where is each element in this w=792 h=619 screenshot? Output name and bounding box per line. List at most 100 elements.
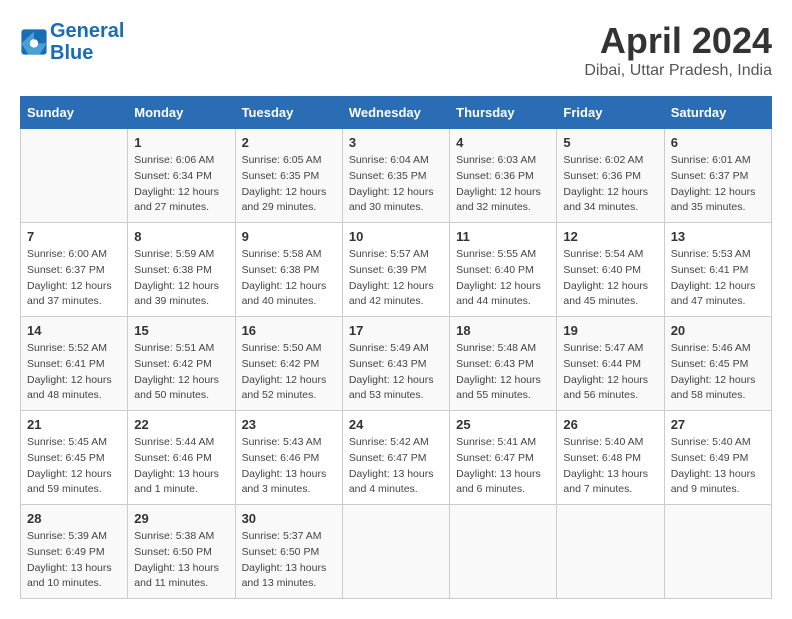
calendar-cell: 14Sunrise: 5:52 AMSunset: 6:41 PMDayligh… — [21, 317, 128, 411]
day-info: Sunrise: 5:51 AMSunset: 6:42 PMDaylight:… — [134, 341, 228, 404]
calendar-cell: 30 Sunrise: 5:37 AMSunset: 6:50 PMDayligh… — [235, 505, 342, 599]
day-info: Sunrise: 5:40 AMSunset: 6:48 PMDaylight:… — [563, 435, 657, 498]
calendar-cell: 27 Sunrise: 5:40 AMSunset: 6:49 PMDayligh… — [664, 411, 771, 505]
day-number: 3 — [349, 135, 443, 150]
day-number: 20 — [671, 323, 765, 338]
calendar-cell: 5 Sunrise: 6:02 AMSunset: 6:36 PMDaylight… — [557, 129, 664, 223]
calendar-cell: 26 Sunrise: 5:40 AMSunset: 6:48 PMDayligh… — [557, 411, 664, 505]
calendar-cell: 21 Sunrise: 5:45 AMSunset: 6:45 PMDayligh… — [21, 411, 128, 505]
day-info: Sunrise: 5:45 AMSunset: 6:45 PMDaylight:… — [27, 435, 121, 498]
weekday-header-sunday: Sunday — [21, 97, 128, 129]
calendar-cell: 29 Sunrise: 5:38 AMSunset: 6:50 PMDayligh… — [128, 505, 235, 599]
day-number: 15 — [134, 323, 228, 338]
day-number: 24 — [349, 417, 443, 432]
day-info: Sunrise: 5:50 AMSunset: 6:42 PMDaylight:… — [242, 341, 336, 404]
logo-text: General Blue — [50, 20, 124, 64]
day-info: Sunrise: 5:44 AMSunset: 6:46 PMDaylight:… — [134, 435, 228, 498]
day-info: Sunrise: 5:42 AMSunset: 6:47 PMDaylight:… — [349, 435, 443, 498]
calendar-week-row: 21 Sunrise: 5:45 AMSunset: 6:45 PMDayligh… — [21, 411, 772, 505]
day-number: 22 — [134, 417, 228, 432]
day-info: Sunrise: 6:01 AMSunset: 6:37 PMDaylight:… — [671, 153, 765, 216]
logo-icon — [20, 28, 48, 56]
day-info: Sunrise: 5:59 AMSunset: 6:38 PMDaylight:… — [134, 247, 228, 310]
calendar-cell — [21, 129, 128, 223]
day-number: 25 — [456, 417, 550, 432]
day-info: Sunrise: 5:48 AMSunset: 6:43 PMDaylight:… — [456, 341, 550, 404]
weekday-header-tuesday: Tuesday — [235, 97, 342, 129]
weekday-header-friday: Friday — [557, 97, 664, 129]
calendar-week-row: 28 Sunrise: 5:39 AMSunset: 6:49 PMDayligh… — [21, 505, 772, 599]
day-info: Sunrise: 5:49 AMSunset: 6:43 PMDaylight:… — [349, 341, 443, 404]
day-number: 9 — [242, 229, 336, 244]
day-info: Sunrise: 5:47 AMSunset: 6:44 PMDaylight:… — [563, 341, 657, 404]
weekday-header-row: SundayMondayTuesdayWednesdayThursdayFrid… — [21, 97, 772, 129]
calendar-cell — [664, 505, 771, 599]
title-block: April 2024 Dibai, Uttar Pradesh, India — [584, 20, 772, 80]
calendar-cell — [557, 505, 664, 599]
day-number: 21 — [27, 417, 121, 432]
weekday-header-thursday: Thursday — [450, 97, 557, 129]
day-number: 19 — [563, 323, 657, 338]
calendar-cell: 12 Sunrise: 5:54 AMSunset: 6:40 PMDayligh… — [557, 223, 664, 317]
calendar-table: SundayMondayTuesdayWednesdayThursdayFrid… — [20, 96, 772, 599]
calendar-cell: 2Sunrise: 6:05 AMSunset: 6:35 PMDaylight… — [235, 129, 342, 223]
day-info: Sunrise: 5:46 AMSunset: 6:45 PMDaylight:… — [671, 341, 765, 404]
calendar-cell: 9Sunrise: 5:58 AMSunset: 6:38 PMDaylight… — [235, 223, 342, 317]
calendar-cell: 3Sunrise: 6:04 AMSunset: 6:35 PMDaylight… — [342, 129, 449, 223]
day-number: 27 — [671, 417, 765, 432]
calendar-cell — [450, 505, 557, 599]
day-info: Sunrise: 5:41 AMSunset: 6:47 PMDaylight:… — [456, 435, 550, 498]
day-info: Sunrise: 5:38 AMSunset: 6:50 PMDaylight:… — [134, 529, 228, 592]
calendar-cell: 24 Sunrise: 5:42 AMSunset: 6:47 PMDayligh… — [342, 411, 449, 505]
day-info: Sunrise: 5:55 AMSunset: 6:40 PMDaylight:… — [456, 247, 550, 310]
day-number: 6 — [671, 135, 765, 150]
location-subtitle: Dibai, Uttar Pradesh, India — [584, 62, 772, 80]
day-number: 17 — [349, 323, 443, 338]
calendar-cell: 16 Sunrise: 5:50 AMSunset: 6:42 PMDayligh… — [235, 317, 342, 411]
calendar-cell: 18 Sunrise: 5:48 AMSunset: 6:43 PMDayligh… — [450, 317, 557, 411]
day-info: Sunrise: 5:53 AMSunset: 6:41 PMDaylight:… — [671, 247, 765, 310]
day-number: 16 — [242, 323, 336, 338]
day-info: Sunrise: 5:40 AMSunset: 6:49 PMDaylight:… — [671, 435, 765, 498]
calendar-cell: 19 Sunrise: 5:47 AMSunset: 6:44 PMDayligh… — [557, 317, 664, 411]
calendar-cell: 28 Sunrise: 5:39 AMSunset: 6:49 PMDayligh… — [21, 505, 128, 599]
day-number: 10 — [349, 229, 443, 244]
calendar-cell: 11Sunrise: 5:55 AMSunset: 6:40 PMDayligh… — [450, 223, 557, 317]
day-info: Sunrise: 5:43 AMSunset: 6:46 PMDaylight:… — [242, 435, 336, 498]
logo: General Blue — [20, 20, 124, 64]
weekday-header-wednesday: Wednesday — [342, 97, 449, 129]
weekday-header-saturday: Saturday — [664, 97, 771, 129]
calendar-week-row: 1 Sunrise: 6:06 AMSunset: 6:34 PMDaylight… — [21, 129, 772, 223]
weekday-header-monday: Monday — [128, 97, 235, 129]
day-number: 7 — [27, 229, 121, 244]
day-number: 29 — [134, 511, 228, 526]
calendar-cell: 25 Sunrise: 5:41 AMSunset: 6:47 PMDayligh… — [450, 411, 557, 505]
calendar-cell: 22 Sunrise: 5:44 AMSunset: 6:46 PMDayligh… — [128, 411, 235, 505]
day-number: 28 — [27, 511, 121, 526]
day-number: 12 — [563, 229, 657, 244]
day-number: 13 — [671, 229, 765, 244]
page-header: General Blue April 2024 Dibai, Uttar Pra… — [20, 20, 772, 80]
day-info: Sunrise: 6:06 AMSunset: 6:34 PMDaylight:… — [134, 153, 228, 216]
day-number: 18 — [456, 323, 550, 338]
day-info: Sunrise: 5:37 AMSunset: 6:50 PMDaylight:… — [242, 529, 336, 592]
day-info: Sunrise: 6:02 AMSunset: 6:36 PMDaylight:… — [563, 153, 657, 216]
day-info: Sunrise: 6:00 AMSunset: 6:37 PMDaylight:… — [27, 247, 121, 310]
day-number: 30 — [242, 511, 336, 526]
day-number: 4 — [456, 135, 550, 150]
day-info: Sunrise: 6:03 AMSunset: 6:36 PMDaylight:… — [456, 153, 550, 216]
calendar-cell: 4 Sunrise: 6:03 AMSunset: 6:36 PMDaylight… — [450, 129, 557, 223]
calendar-week-row: 14Sunrise: 5:52 AMSunset: 6:41 PMDayligh… — [21, 317, 772, 411]
calendar-cell: 1 Sunrise: 6:06 AMSunset: 6:34 PMDaylight… — [128, 129, 235, 223]
month-title: April 2024 — [584, 20, 772, 62]
calendar-cell: 13 Sunrise: 5:53 AMSunset: 6:41 PMDayligh… — [664, 223, 771, 317]
calendar-cell: 8Sunrise: 5:59 AMSunset: 6:38 PMDaylight… — [128, 223, 235, 317]
day-number: 2 — [242, 135, 336, 150]
day-number: 5 — [563, 135, 657, 150]
day-info: Sunrise: 5:39 AMSunset: 6:49 PMDaylight:… — [27, 529, 121, 592]
day-number: 26 — [563, 417, 657, 432]
day-number: 1 — [134, 135, 228, 150]
day-info: Sunrise: 5:54 AMSunset: 6:40 PMDaylight:… — [563, 247, 657, 310]
calendar-cell: 6 Sunrise: 6:01 AMSunset: 6:37 PMDaylight… — [664, 129, 771, 223]
calendar-cell: 15 Sunrise: 5:51 AMSunset: 6:42 PMDayligh… — [128, 317, 235, 411]
